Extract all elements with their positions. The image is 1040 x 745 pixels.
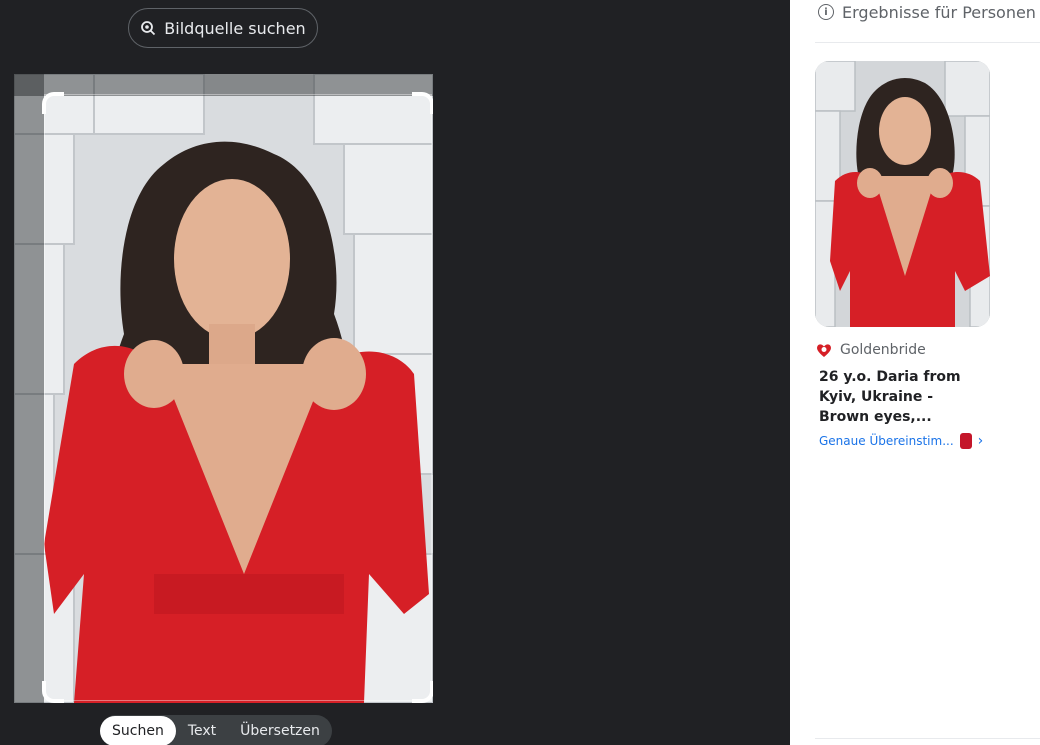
crop-handle-bottom-left[interactable] (42, 681, 64, 703)
result-photo (815, 61, 990, 327)
image-viewer-pane: Bildquelle suchen Suchen Text Übersetzen (0, 0, 790, 745)
divider (815, 42, 1040, 43)
search-mode-tabs: Suchen Text Übersetzen (100, 715, 332, 745)
crop-handle-top-left[interactable] (42, 92, 64, 114)
exact-match-link[interactable]: Genaue Übereinstim... › (815, 433, 990, 449)
tab-text[interactable]: Text (176, 716, 228, 745)
exact-match-label: Genaue Übereinstim... (819, 434, 954, 448)
match-thumbnail-icon (959, 433, 972, 449)
crop-handle-bottom-right[interactable] (412, 681, 433, 703)
crop-dim-left (14, 74, 44, 703)
results-pane: i Ergebnisse für Personen s Goldenbride … (790, 0, 1040, 745)
result-thumbnail[interactable] (815, 61, 990, 327)
find-image-source-label: Bildquelle suchen (164, 18, 306, 38)
crop-handle-top-right[interactable] (412, 92, 433, 114)
result-source-name: Goldenbride (840, 342, 926, 358)
goldenbride-logo-icon (817, 344, 831, 357)
lens-search-icon (141, 21, 156, 36)
chevron-right-icon: › (977, 433, 984, 449)
find-image-source-button[interactable]: Bildquelle suchen (128, 8, 318, 48)
tab-search[interactable]: Suchen (100, 716, 176, 745)
crop-dim-top (14, 74, 433, 96)
crop-selection-box[interactable] (42, 92, 433, 703)
results-header: i Ergebnisse für Personen s (818, 0, 1040, 24)
result-title[interactable]: 26 y.o. Daria from Kyiv, Ukraine - Brown… (815, 367, 985, 427)
result-card[interactable]: Goldenbride 26 y.o. Daria from Kyiv, Ukr… (815, 61, 990, 449)
divider (815, 738, 1040, 739)
result-source: Goldenbride (815, 341, 990, 359)
query-image[interactable] (14, 74, 433, 703)
info-icon[interactable]: i (818, 4, 834, 20)
tab-translate[interactable]: Übersetzen (228, 716, 332, 745)
results-header-text: Ergebnisse für Personen s (842, 2, 1040, 22)
